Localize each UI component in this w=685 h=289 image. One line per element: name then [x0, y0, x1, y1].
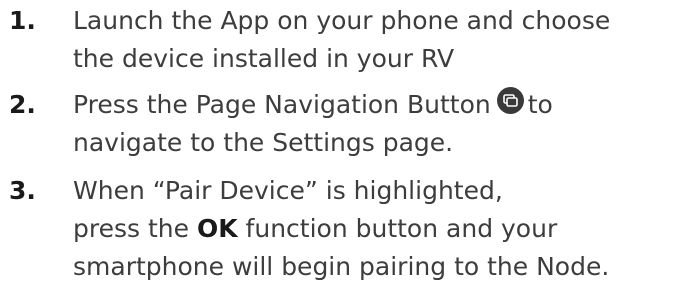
step-line-part: function button and your — [245, 214, 558, 243]
step-number: 2. — [9, 90, 36, 119]
step-line: Launch the App on your phone and choose — [73, 6, 611, 35]
step-line: the device installed in your RV — [73, 44, 455, 73]
step-text: Press the Page Navigation Button to navig… — [73, 86, 683, 162]
step-line-part: press the — [73, 214, 190, 243]
step-text: When “Pair Device” is highlighted, press… — [73, 172, 683, 286]
instruction-steps: 1. Launch the App on your phone and choo… — [0, 0, 685, 289]
step-line: press the OK function button and your — [73, 210, 683, 248]
ok-button-label: OK — [196, 214, 238, 243]
step-line: navigate to the Settings page. — [73, 128, 454, 157]
step-number: 3. — [9, 176, 36, 205]
step-line-part: Press the Page Navigation Button — [73, 90, 491, 119]
page-navigation-icon — [496, 87, 524, 114]
step-line: smartphone will begin pairing to the Nod… — [73, 252, 610, 281]
step-line: When “Pair Device” is highlighted, — [73, 176, 503, 205]
step-line-part: to — [527, 90, 553, 119]
step-line: Press the Page Navigation Button to — [73, 86, 683, 124]
step-number: 1. — [9, 6, 36, 35]
step-text: Launch the App on your phone and choose … — [73, 2, 683, 78]
